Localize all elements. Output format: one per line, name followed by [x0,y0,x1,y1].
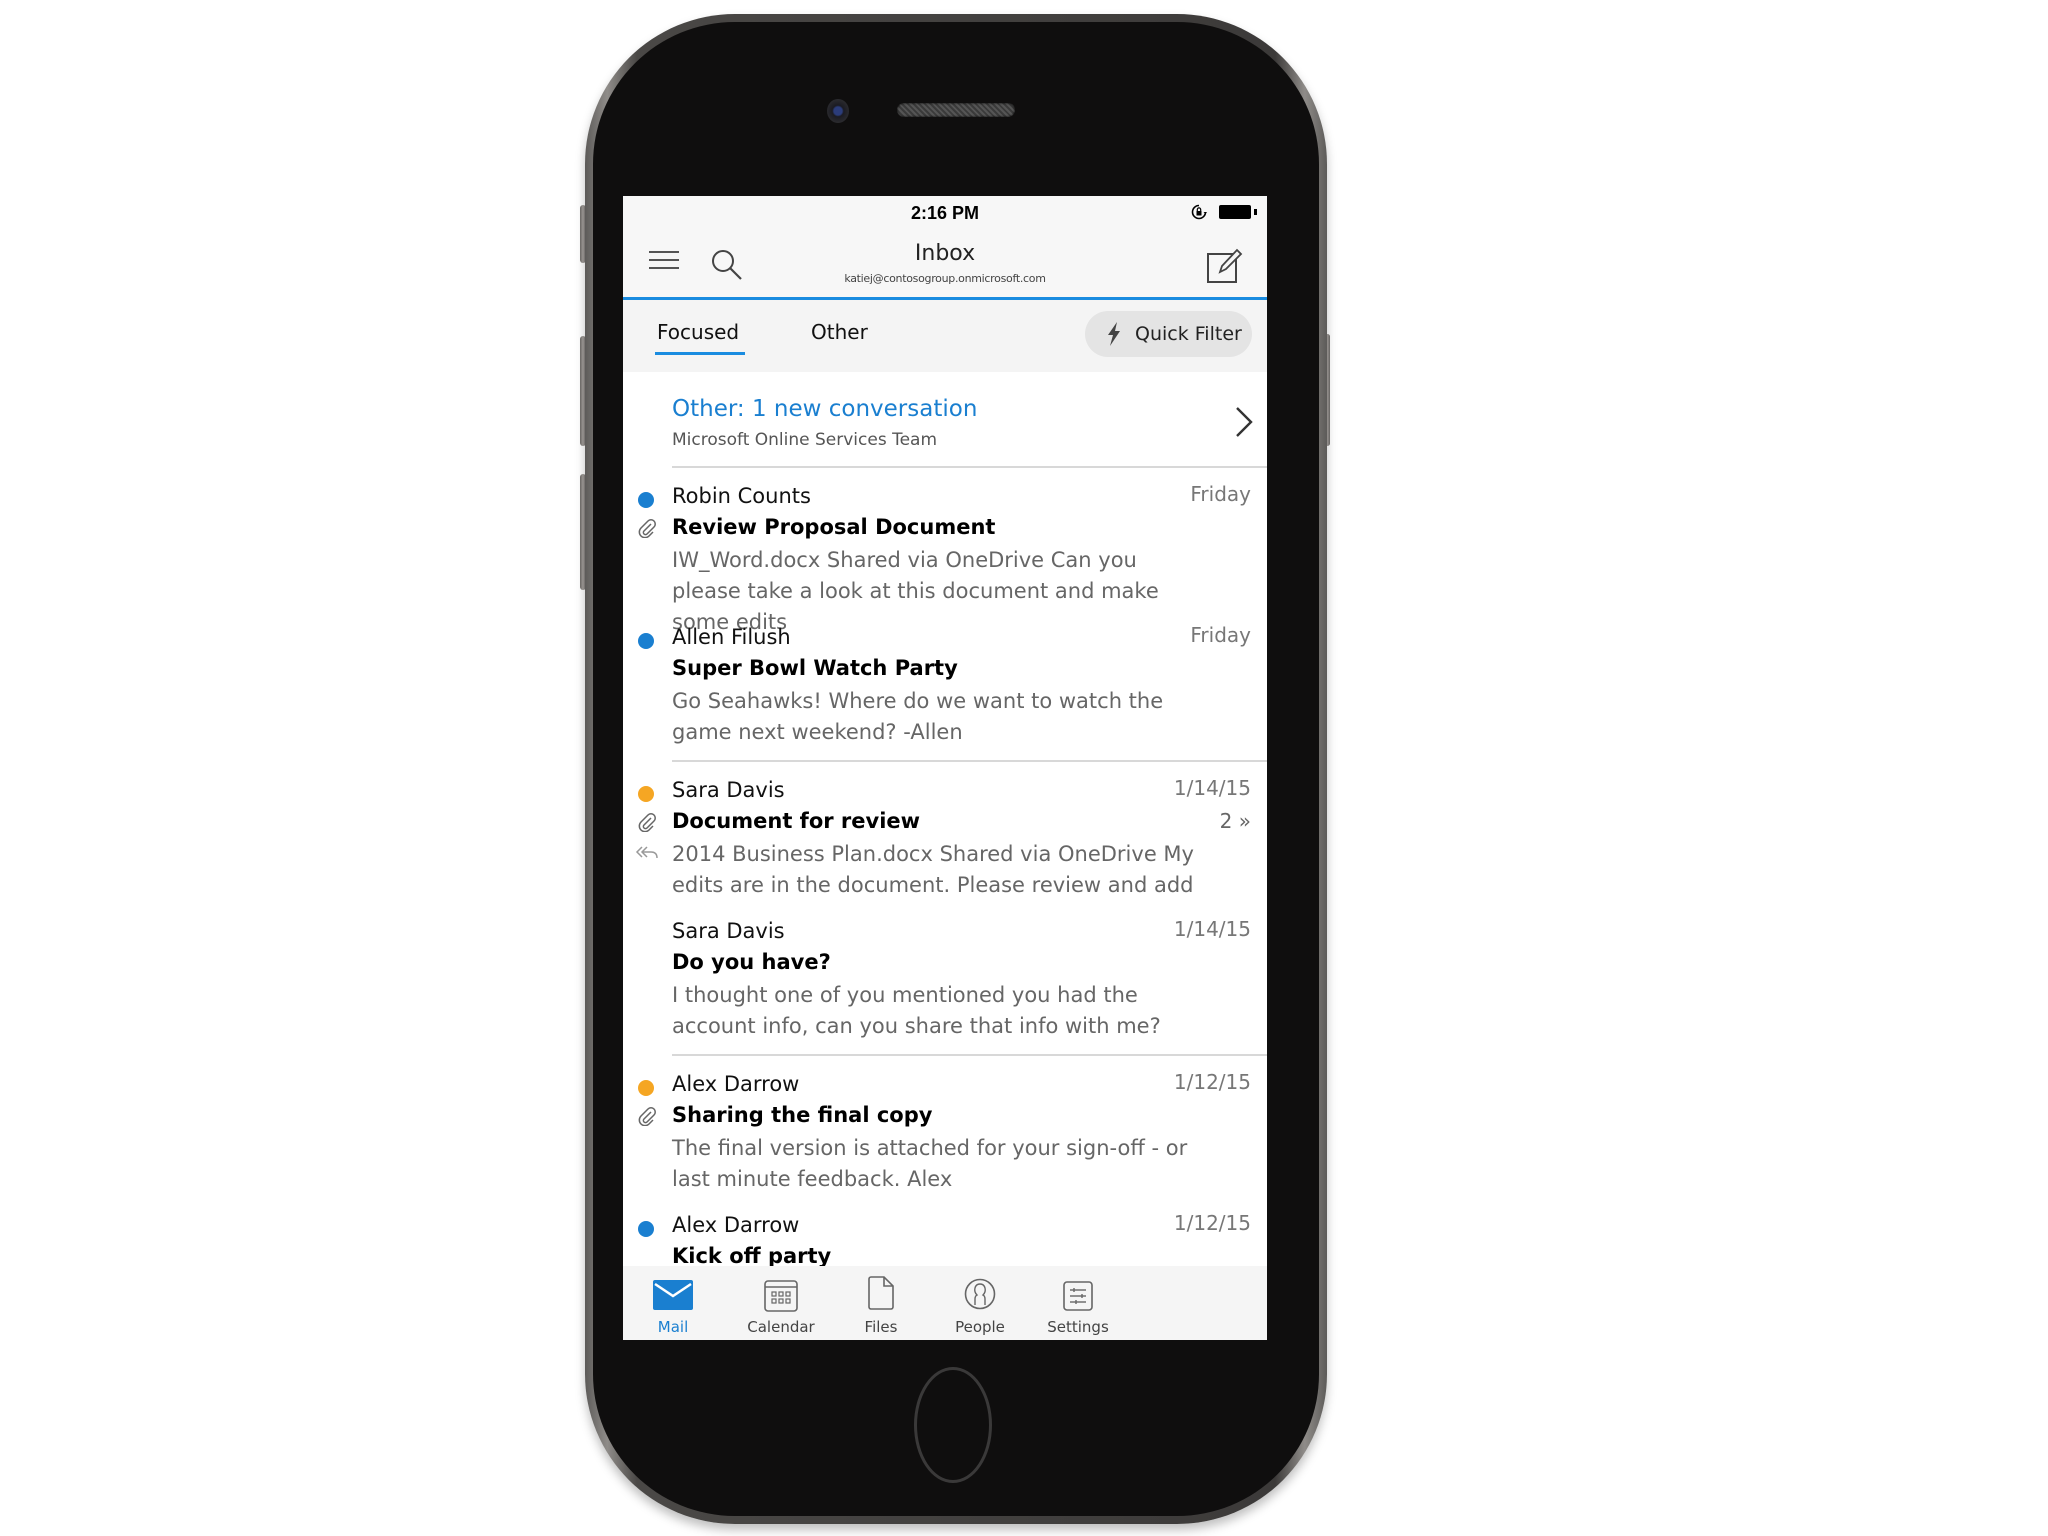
account-email: katiej@contosogroup.onmicrosoft.com [844,272,1046,285]
message-sender: Allen Filush [672,625,791,649]
battery-icon [1219,205,1251,219]
message-sender: Alex Darrow [672,1072,800,1096]
thread-count: 2 » [1219,809,1251,833]
message-subject: Review Proposal Document [672,515,996,539]
banner-subtitle: Microsoft Online Services Team [672,430,938,450]
message-subject: Super Bowl Watch Party [672,656,958,680]
mail-container: Robin Counts Friday Review Proposal Docu… [623,478,1267,1301]
divider [672,760,1267,762]
message-list: Other: 1 new conversation Microsoft Onli… [623,372,1267,1301]
quick-filter-button[interactable]: Quick Filter [1085,311,1252,357]
tab-settings-label: Settings [1047,1318,1109,1336]
active-tab-indicator [655,352,745,355]
message-subject: Document for review [672,809,921,833]
message-sender: Sara Davis [672,778,785,802]
message-date: Friday [1190,482,1251,506]
inbox-tabs: Focused Other Quick Filter [623,300,1267,372]
message-preview: Go Seahawks! Where do we want to watch t… [672,689,1164,744]
message-date: 1/12/15 [1173,1070,1251,1094]
status-dot [638,1080,654,1096]
quick-filter-label: Quick Filter [1135,323,1242,345]
lightning-icon [1108,322,1120,346]
status-dot [638,633,654,649]
rotation-lock-icon [1191,204,1207,220]
status-bar: 2:16 PM [623,196,1267,230]
message-sender: Sara Davis [672,919,785,943]
battery-tip [1254,209,1257,215]
app-screen: 2:16 PM Inbox katiej@contosogroup.onmicr… [623,196,1267,1340]
front-camera [827,99,849,123]
earpiece-speaker [897,103,1015,117]
other-inbox-banner[interactable]: Other: 1 new conversation Microsoft Onli… [623,372,1267,467]
settings-icon [1063,1281,1093,1311]
status-dot [638,1221,654,1237]
message-subject: Do you have? [672,950,831,974]
message-sender: Robin Counts [672,484,811,508]
tab-settings[interactable]: Settings [1014,1266,1142,1340]
compose-icon[interactable] [1206,246,1244,284]
message-date: Friday [1190,623,1251,647]
message-subject: Sharing the final copy [672,1103,933,1127]
page-title: Inbox [914,241,976,266]
message-preview: 2014 Business Plan.docx Shared via OneDr… [672,842,1194,897]
message-date: 1/12/15 [1173,1211,1251,1235]
banner-title: Other: 1 new conversation [672,396,978,422]
tab-other[interactable]: Other [811,320,868,344]
calendar-icon [764,1280,798,1312]
paperclip-icon [638,1107,656,1126]
mail-icon [653,1280,693,1310]
status-time: 2:16 PM [910,203,980,223]
app-header: Inbox katiej@contosogroup.onmicrosoft.co… [623,230,1267,297]
status-dot [638,492,654,508]
people-icon [964,1278,996,1310]
message-item[interactable]: Sara Davis 1/14/15 Document for review 2… [623,772,1267,913]
reply-all-icon [635,846,658,859]
status-dot [638,786,654,802]
tab-focused[interactable]: Focused [657,320,739,344]
paperclip-icon [638,813,656,832]
message-preview: The final version is attached for your s… [672,1136,1188,1191]
message-preview: I thought one of you mentioned you had t… [672,983,1161,1038]
message-date: 1/14/15 [1173,776,1251,800]
chevron-right-icon [1236,407,1253,437]
message-subject: Kick off party [672,1244,832,1268]
message-item[interactable]: Allen Filush Friday Super Bowl Watch Par… [623,619,1267,760]
home-button[interactable] [914,1367,992,1483]
message-sender: Alex Darrow [672,1213,800,1237]
message-item[interactable]: Robin Counts Friday Review Proposal Docu… [623,478,1267,634]
bottom-tab-bar: Mail Calendar Files People Settings [623,1266,1267,1340]
message-item[interactable]: Alex Darrow 1/12/15 Sharing the final co… [623,1066,1267,1207]
file-icon [868,1276,894,1310]
paperclip-icon [638,519,656,538]
divider [672,1054,1267,1056]
message-date: 1/14/15 [1173,917,1251,941]
message-item[interactable]: Sara Davis 1/14/15 Do you have? I though… [623,913,1267,1054]
